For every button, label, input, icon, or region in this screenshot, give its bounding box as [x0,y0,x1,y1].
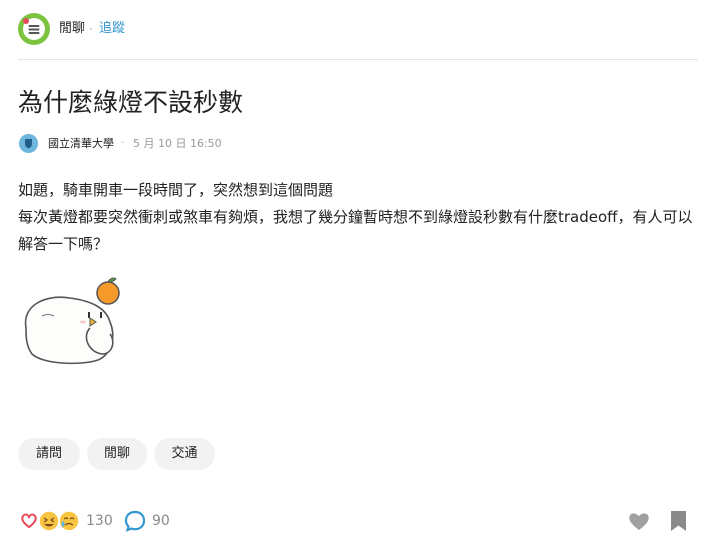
tag-chip[interactable]: 閒聊 [87,438,147,470]
tag-chip[interactable]: 交通 [154,438,215,470]
header-separator: · [89,22,93,36]
comment-bubble-icon[interactable] [124,510,146,532]
reactions-group[interactable] [18,510,80,532]
post-title: 為什麼綠燈不設秒數 [18,88,244,117]
post-time: 5 月 10 日 16:50 [133,137,222,150]
follow-button[interactable]: 追蹤 [99,20,125,38]
school-avatar-icon[interactable] [19,134,38,153]
author-name[interactable]: 國立清華大學 [48,137,114,151]
board-name[interactable]: 閒聊 [59,20,85,38]
cry-icon [58,510,80,532]
reaction-count: 130 [86,513,113,529]
post-body-line: 如題，騎車開車一段時間了，突然想到這個問題 [18,181,334,199]
bookmark-icon[interactable] [670,510,687,532]
comment-count: 90 [152,513,170,529]
author-separator: · [121,136,125,149]
heart-outline-icon[interactable] [628,511,650,531]
header-divider [18,59,698,60]
post-body: 如題，騎車開車一段時間了，突然想到這個問題 每次黃燈都要突然衝刺或煞車有夠煩，我… [18,177,696,258]
tag-chip[interactable]: 請問 [18,438,80,470]
board-icon[interactable] [18,13,50,45]
heart-icon [18,510,40,532]
duck-sticker-image [20,276,124,366]
post-body-line: 每次黃燈都要突然衝刺或煞車有夠煩，我想了幾分鐘暫時想不到綠燈設秒數有什麼trad… [18,208,693,253]
haha-icon [38,510,60,532]
